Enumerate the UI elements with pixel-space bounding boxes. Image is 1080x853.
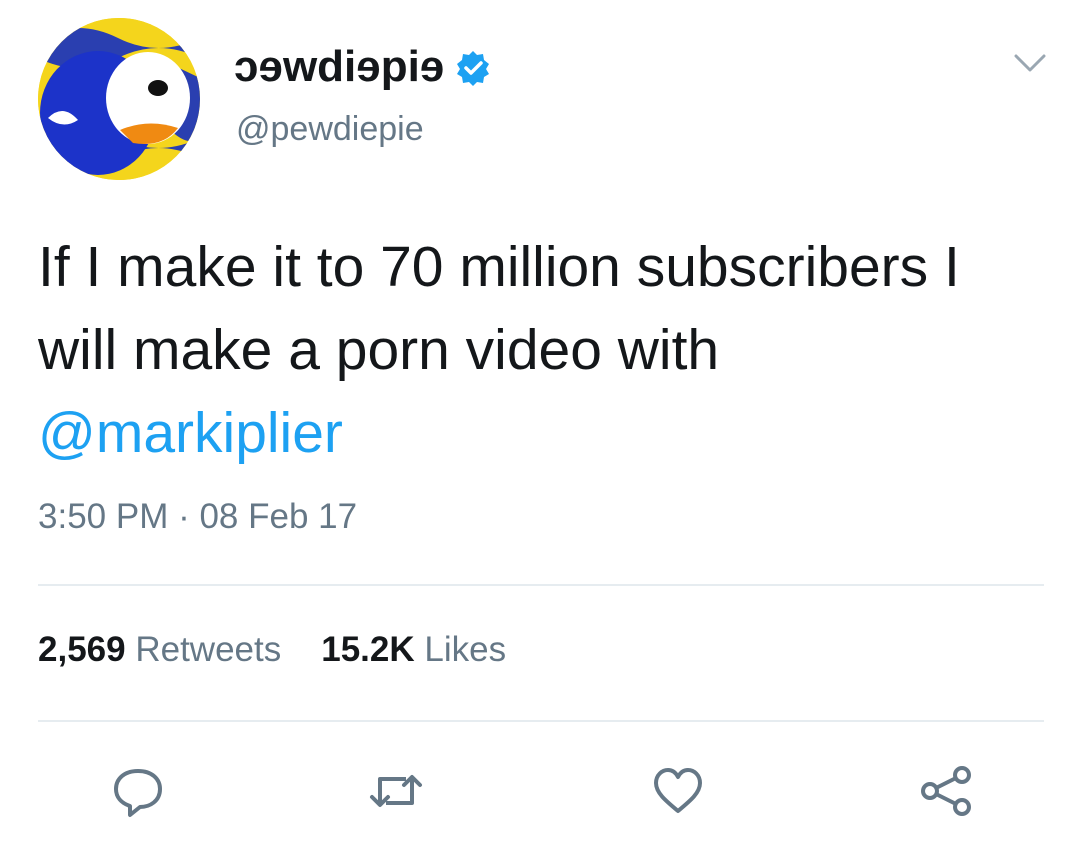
tweet-text-body: If I make it to 70 million subscribers I… [38, 235, 960, 382]
chevron-down-icon[interactable] [1010, 48, 1050, 78]
reply-icon[interactable] [110, 763, 166, 819]
divider [38, 720, 1044, 722]
display-name[interactable]: ɔɘwdiɘpiɘ [234, 42, 492, 92]
mention-link[interactable]: @markiplier [38, 401, 343, 465]
retweets-count: 2,569 [38, 630, 126, 669]
engagement-stats: 2,569 Retweets 15.2K Likes [38, 630, 546, 670]
tweet-timestamp[interactable]: 3:50 PM · 08 Feb 17 [38, 497, 357, 537]
retweets-label: Retweets [135, 630, 282, 669]
retweet-icon[interactable] [368, 763, 424, 819]
likes-stat[interactable]: 15.2K Likes [321, 630, 506, 670]
retweets-stat[interactable]: 2,569 Retweets [38, 630, 281, 670]
likes-count: 15.2K [321, 630, 415, 669]
divider [38, 584, 1044, 586]
display-name-text: ɔɘwdiɘpiɘ [234, 42, 445, 91]
likes-label: Likes [424, 630, 507, 669]
avatar[interactable] [38, 18, 200, 180]
heart-icon[interactable] [650, 763, 706, 819]
tweet-text: If I make it to 70 million subscribers I… [38, 226, 1038, 475]
verified-badge-icon [454, 48, 492, 86]
user-handle[interactable]: @pewdiepie [236, 110, 424, 149]
avatar-image [38, 18, 200, 180]
share-icon[interactable] [918, 763, 974, 819]
